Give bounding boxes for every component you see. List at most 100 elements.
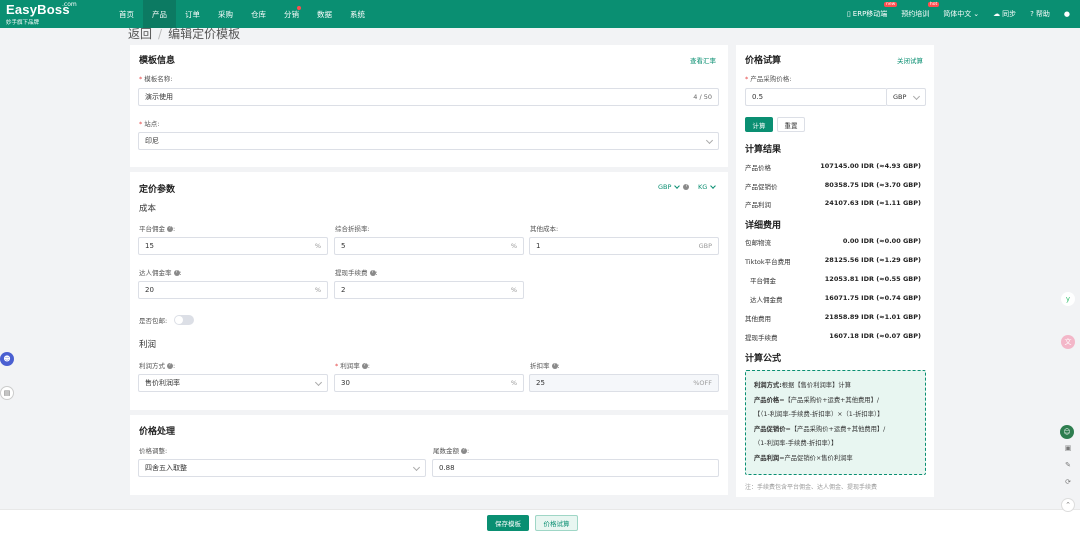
platform-fee-value: 15 xyxy=(145,242,154,250)
reset-button[interactable]: 重置 xyxy=(777,117,805,132)
sync-button[interactable]: ☁ 同步 xyxy=(993,9,1016,19)
formula-line: 产品利润=产品促销价×售价利润率 xyxy=(754,454,853,462)
template-name-input[interactable]: 演示使用 4 / 50 xyxy=(138,88,719,106)
detail-label: 包邮物流 xyxy=(745,239,771,247)
other-cost-input[interactable]: 1 GBP xyxy=(529,237,719,255)
brand-com: .com xyxy=(62,1,77,8)
notification-dot xyxy=(297,6,301,10)
support-avatar[interactable]: ☺ xyxy=(1060,425,1074,439)
calculator-title: 价格试算 xyxy=(745,56,782,66)
nav-distribution[interactable]: 分销 xyxy=(275,0,308,28)
nav-warehouse[interactable]: 仓库 xyxy=(242,0,275,28)
free-shipping-toggle[interactable] xyxy=(174,315,194,325)
result-row: 产品利润 24107.63 IDR (≈1.11 GBP) xyxy=(745,199,921,209)
currency-suffix: GBP xyxy=(698,242,712,250)
profit-rate-input[interactable]: 30 % xyxy=(334,374,524,392)
currency-select[interactable]: GBP? xyxy=(658,183,690,191)
detail-value: 1607.18 IDR (≈0.07 GBP) xyxy=(829,332,921,340)
influencer-input[interactable]: 20 % xyxy=(138,281,328,299)
template-info-title: 模板信息 xyxy=(139,56,176,66)
language-label: 简体中文 xyxy=(943,10,972,18)
nav-data[interactable]: 数据 xyxy=(308,0,341,28)
nav-home[interactable]: 首页 xyxy=(110,0,143,28)
detail-value: 12053.81 IDR (≈0.55 GBP) xyxy=(824,275,921,283)
help-icon: ? xyxy=(361,363,368,369)
feedback-icon[interactable]: ✎ xyxy=(1061,458,1075,472)
template-name-label: * 模板名称: xyxy=(139,75,173,83)
page-title: 编辑定价模板 xyxy=(168,27,241,41)
nav-system[interactable]: 系统 xyxy=(341,0,374,28)
chat-icon[interactable]: y xyxy=(1061,292,1075,306)
discount-value: 5 xyxy=(341,242,346,250)
erp-mobile-link[interactable]: ▯ ERP移动端 new xyxy=(846,2,898,19)
user-icon: ● xyxy=(1063,10,1070,18)
profit-rate-value: 30 xyxy=(341,379,350,387)
site-select[interactable]: 印尼 xyxy=(138,132,719,150)
detail-label: 达人佣金费 xyxy=(750,296,783,304)
price-adjust-select[interactable]: 四舍五入取整 xyxy=(138,459,426,477)
percent-suffix: % xyxy=(510,286,517,294)
nav-orders[interactable]: 订单 xyxy=(176,0,209,28)
help-icon: ? xyxy=(461,448,467,454)
percent-suffix: % xyxy=(314,242,321,250)
detail-value: 0.00 IDR (≈0.00 GBP) xyxy=(842,237,921,245)
formula-line: 【（1-利润率-手续费-折扣率）×（1-折扣率）】 xyxy=(754,411,884,418)
purchase-currency-select[interactable]: GBP xyxy=(886,88,926,106)
chevron-down-icon xyxy=(705,136,714,145)
formula-line: 产品价格=【产品采购价+运费+其他费用】/ xyxy=(754,396,879,404)
nav-purchase[interactable]: 采购 xyxy=(209,0,242,28)
help-icon: ? xyxy=(173,270,180,276)
refresh-icon[interactable]: ⟳ xyxy=(1061,475,1075,489)
withdraw-fee-input[interactable]: 2 % xyxy=(334,281,524,299)
help-button[interactable]: ? 帮助 xyxy=(1030,9,1050,19)
logo[interactable]: EasyBoss .com 妙手旗下品牌 xyxy=(0,0,110,28)
weight-unit-select[interactable]: KG xyxy=(698,183,717,191)
pricing-params-title: 定价参数 xyxy=(139,185,176,195)
help-icon: ? xyxy=(551,363,558,369)
template-name-value: 演示使用 xyxy=(145,93,173,101)
breadcrumb-separator: / xyxy=(158,26,163,41)
robot-icon[interactable]: ☻ xyxy=(0,352,14,366)
help-icon: ? xyxy=(167,226,173,232)
document-icon[interactable]: ▤ xyxy=(0,386,14,400)
help-icon: ? xyxy=(1030,10,1034,18)
detail-label: 平台佣金 xyxy=(750,277,776,285)
language-selector[interactable]: 简体中文 ⌄ xyxy=(943,9,979,19)
save-template-button[interactable]: 保存模板 xyxy=(487,515,529,531)
purchase-price-value: 0.5 xyxy=(752,93,764,101)
discount-input[interactable]: 5 % xyxy=(334,237,524,255)
sync-label: 同步 xyxy=(1002,10,1017,18)
price-processing-title: 价格处理 xyxy=(139,427,176,437)
calculate-button[interactable]: 计算 xyxy=(745,117,773,132)
percent-suffix: % xyxy=(510,242,517,250)
translate-icon[interactable]: 文 xyxy=(1061,335,1075,349)
close-calculator-link[interactable]: 关闭试算 xyxy=(897,55,923,65)
result-value: 24107.63 IDR (≈1.11 GBP) xyxy=(824,199,921,207)
nav-products[interactable]: 产品 xyxy=(143,0,176,28)
tail-amount-value: 0.88 xyxy=(439,464,455,472)
tail-amount-input[interactable]: 0.88 xyxy=(432,459,719,477)
platform-fee-input[interactable]: 15 % xyxy=(138,237,328,255)
training-link[interactable]: 预约培训 hot xyxy=(901,2,940,19)
chevron-down-icon xyxy=(710,183,717,189)
price-adjust-label: 价格调整: xyxy=(139,447,168,455)
result-value: 80358.75 IDR (≈3.70 GBP) xyxy=(824,181,921,189)
detail-row: 提现手续费 1607.18 IDR (≈0.07 GBP) xyxy=(745,332,921,342)
chevron-down-icon xyxy=(912,92,921,101)
brand-slogan: 妙手旗下品牌 xyxy=(6,20,40,26)
back-link[interactable]: 返回 xyxy=(128,25,152,42)
notes-icon[interactable]: ▣ xyxy=(1061,441,1075,455)
profit-method-select[interactable]: 售价利润率 xyxy=(138,374,328,392)
chevron-down-icon: ⌄ xyxy=(973,10,980,18)
price-calc-button[interactable]: 价格试算 xyxy=(535,515,578,531)
back-to-top-icon[interactable]: ⌃ xyxy=(1061,498,1075,512)
help-icon: ? xyxy=(167,363,173,369)
cost-section-title: 成本 xyxy=(139,204,157,214)
purchase-price-input[interactable]: 0.5 xyxy=(745,88,887,106)
avatar[interactable]: ● xyxy=(1064,10,1070,18)
discount-rate-input[interactable]: 25 %OFF xyxy=(529,374,719,392)
phone-icon: ▯ xyxy=(846,10,851,18)
detail-label: 提现手续费 xyxy=(745,334,778,342)
discount-rate-value: 25 xyxy=(536,379,545,387)
view-rates-link[interactable]: 查看汇率 xyxy=(690,55,716,65)
